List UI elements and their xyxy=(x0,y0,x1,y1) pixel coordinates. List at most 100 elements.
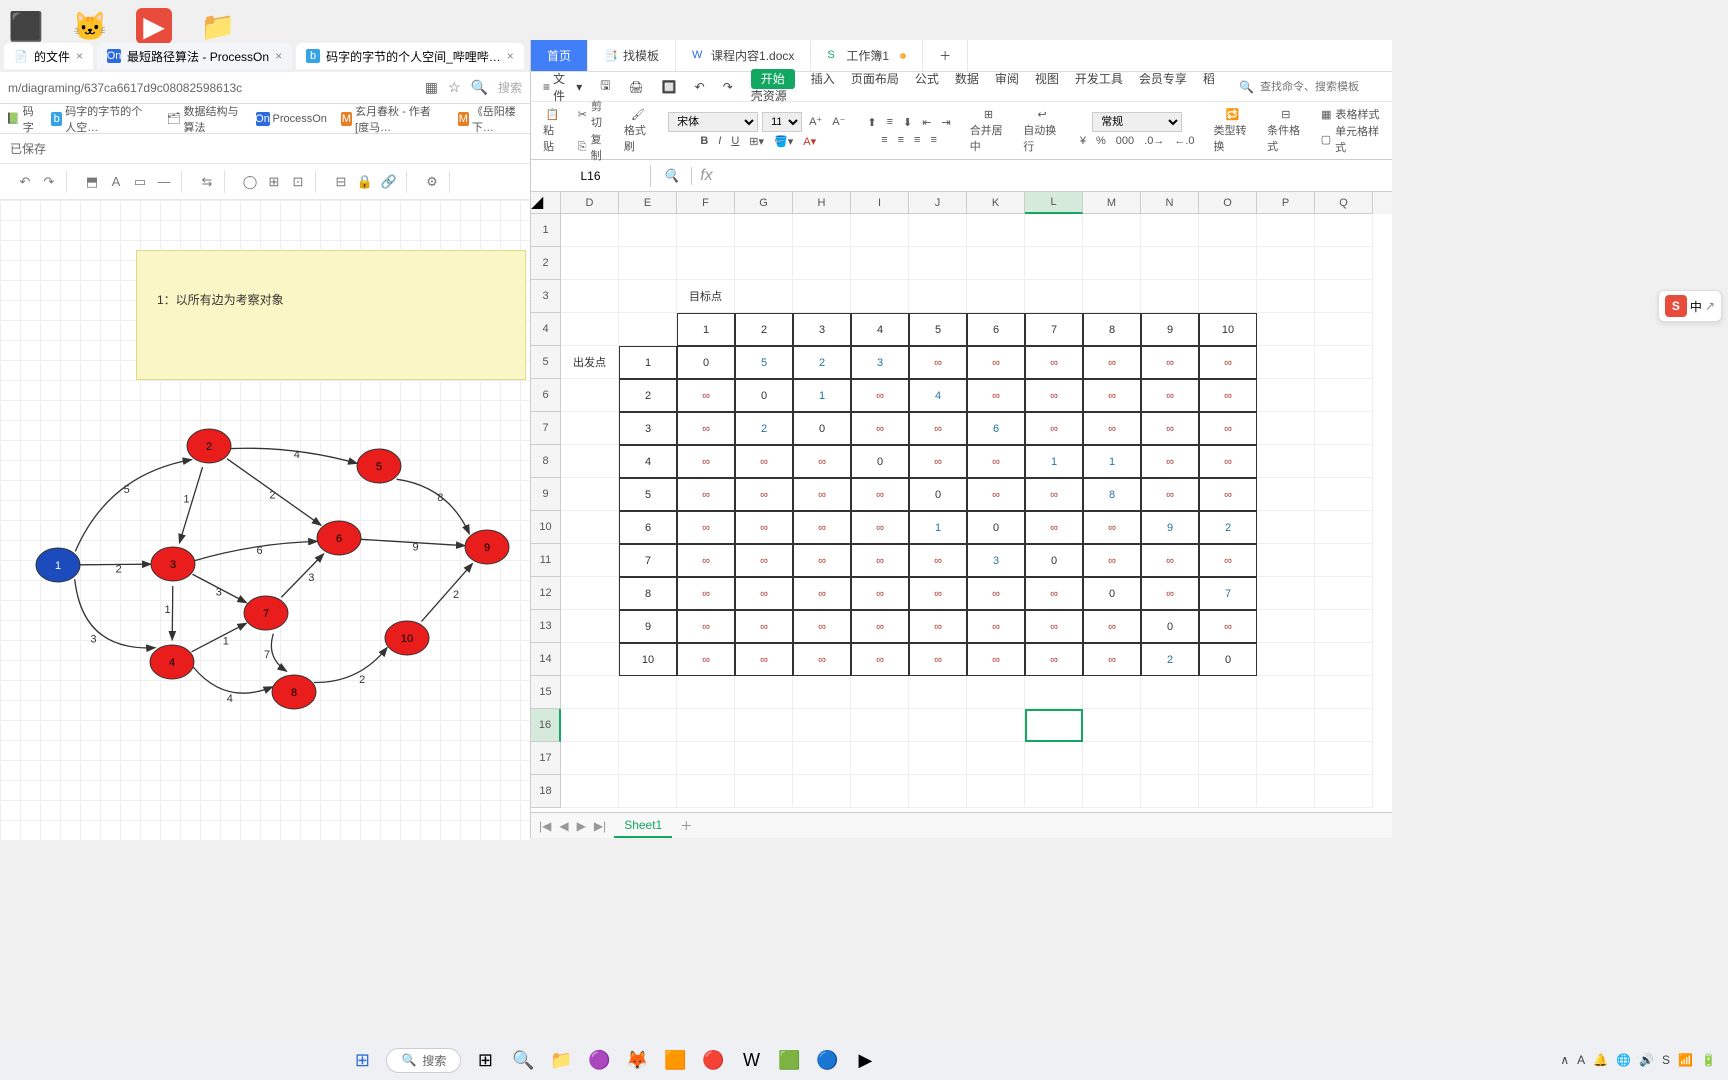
cell[interactable] xyxy=(561,610,619,643)
cell[interactable] xyxy=(1141,280,1199,313)
cell[interactable]: 2 xyxy=(619,379,677,412)
bookmark-item[interactable]: 📗码字 xyxy=(6,103,37,135)
align-just-icon[interactable]: ≡ xyxy=(927,132,939,148)
cell[interactable] xyxy=(1025,280,1083,313)
cell[interactable] xyxy=(1315,676,1373,709)
cell[interactable] xyxy=(793,676,851,709)
border-button[interactable]: ⊞▾ xyxy=(746,133,767,150)
cell[interactable] xyxy=(1315,445,1373,478)
cell[interactable] xyxy=(909,214,967,247)
browser-tab-2[interactable]: On 最短路径算法 - ProcessOn × xyxy=(97,43,292,69)
cell[interactable] xyxy=(561,412,619,445)
cell[interactable]: ∞ xyxy=(1083,379,1141,412)
cell[interactable]: ∞ xyxy=(677,610,735,643)
cell[interactable] xyxy=(793,247,851,280)
dec-inc-icon[interactable]: .0→ xyxy=(1141,133,1167,149)
toolbar-button[interactable]: ⊟ xyxy=(330,171,352,193)
cell[interactable]: ∞ xyxy=(1141,478,1199,511)
sheet-nav-first[interactable]: |◀ xyxy=(539,819,551,833)
cell[interactable] xyxy=(909,280,967,313)
cell[interactable] xyxy=(1257,214,1315,247)
cell[interactable] xyxy=(1257,412,1315,445)
row-header[interactable]: 13 xyxy=(531,610,561,643)
cell[interactable] xyxy=(677,214,735,247)
cell[interactable]: ∞ xyxy=(1025,511,1083,544)
cell[interactable] xyxy=(561,742,619,775)
cell[interactable] xyxy=(561,544,619,577)
taskbar-app-icon[interactable]: 🔴 xyxy=(699,1046,727,1074)
tray-icon[interactable]: S xyxy=(1662,1053,1670,1067)
tray-icon[interactable]: 🔔 xyxy=(1593,1053,1608,1067)
cell[interactable] xyxy=(1315,610,1373,643)
taskbar-app-icon[interactable]: ⊞ xyxy=(471,1046,499,1074)
col-header[interactable]: O xyxy=(1199,192,1257,214)
cell[interactable]: 6 xyxy=(967,313,1025,346)
toolbar-button[interactable]: — xyxy=(153,171,175,193)
tray-icon[interactable]: 🌐 xyxy=(1616,1053,1631,1067)
cell[interactable]: ∞ xyxy=(1025,610,1083,643)
search-icon[interactable]: 🔍 xyxy=(471,79,488,96)
cell[interactable] xyxy=(619,775,677,808)
indent-dec-icon[interactable]: ⇤ xyxy=(919,114,934,131)
align-mid-icon[interactable]: ≡ xyxy=(884,114,896,130)
browser-tab-3[interactable]: b 码字的字节的个人空间_哔哩哔… × xyxy=(296,43,524,69)
row-header[interactable]: 14 xyxy=(531,643,561,676)
cell[interactable]: ∞ xyxy=(1141,577,1199,610)
indent-inc-icon[interactable]: ⇥ xyxy=(938,114,953,131)
taskbar-app-icon[interactable]: 🟧 xyxy=(661,1046,689,1074)
cell[interactable] xyxy=(619,280,677,313)
cell[interactable]: ∞ xyxy=(851,577,909,610)
col-header[interactable]: P xyxy=(1257,192,1315,214)
undo-icon[interactable]: ↶ xyxy=(695,80,705,94)
col-header[interactable]: E xyxy=(619,192,677,214)
copy-icon[interactable]: ⎘ xyxy=(578,141,587,154)
col-header[interactable]: D xyxy=(561,192,619,214)
search-placeholder[interactable]: 搜索 xyxy=(498,79,522,96)
align-left-icon[interactable]: ≡ xyxy=(878,132,890,148)
taskbar-app-icon[interactable]: 🦊 xyxy=(623,1046,651,1074)
graph-edge[interactable] xyxy=(193,667,272,693)
format-select[interactable]: 常规 xyxy=(1092,112,1182,132)
align-center-icon[interactable]: ≡ xyxy=(895,132,907,148)
dec-dec-icon[interactable]: ←.0 xyxy=(1171,133,1197,149)
cell[interactable] xyxy=(909,742,967,775)
cell[interactable] xyxy=(1315,247,1373,280)
toolbar-button[interactable]: 🔗 xyxy=(378,171,400,193)
cell[interactable]: ∞ xyxy=(967,379,1025,412)
redo-icon[interactable]: ↷ xyxy=(723,80,733,94)
shrink-font-icon[interactable]: A⁻ xyxy=(829,113,848,130)
cell[interactable] xyxy=(1083,676,1141,709)
cell[interactable] xyxy=(1083,742,1141,775)
menu-item[interactable]: 视图 xyxy=(1035,72,1059,86)
cell[interactable] xyxy=(1257,313,1315,346)
cell[interactable]: ∞ xyxy=(1025,478,1083,511)
graph-edge[interactable] xyxy=(192,623,247,652)
cell[interactable] xyxy=(1025,247,1083,280)
tray-icon[interactable]: ∧ xyxy=(1560,1053,1569,1067)
cell[interactable]: ∞ xyxy=(735,478,793,511)
cell[interactable] xyxy=(1199,676,1257,709)
row-header[interactable]: 10 xyxy=(531,511,561,544)
cell[interactable]: 9 xyxy=(619,610,677,643)
cell[interactable]: ∞ xyxy=(793,445,851,478)
graph-edge[interactable] xyxy=(281,554,323,597)
row-header[interactable]: 3 xyxy=(531,280,561,313)
cell[interactable]: 3 xyxy=(793,313,851,346)
cell[interactable]: ∞ xyxy=(1083,346,1141,379)
toolbar-button[interactable]: ↷ xyxy=(38,171,60,193)
tray-icon[interactable]: 🔊 xyxy=(1639,1053,1654,1067)
cell[interactable]: 1 xyxy=(619,346,677,379)
bookmark-item[interactable]: M《岳阳楼下… xyxy=(458,103,524,135)
cell[interactable]: 9 xyxy=(1141,313,1199,346)
cell[interactable] xyxy=(1199,214,1257,247)
menu-item[interactable]: 开发工具 xyxy=(1075,72,1123,86)
cell[interactable] xyxy=(735,775,793,808)
cell[interactable]: ∞ xyxy=(1199,346,1257,379)
cell[interactable]: 0 xyxy=(851,445,909,478)
bookmark-item[interactable]: 🗂数据结构与算法 xyxy=(166,103,241,135)
cell[interactable]: ∞ xyxy=(793,544,851,577)
cell[interactable] xyxy=(1257,544,1315,577)
cell[interactable]: ∞ xyxy=(1083,643,1141,676)
tray-icon[interactable]: A xyxy=(1577,1053,1585,1067)
menu-item[interactable]: 插入 xyxy=(811,72,835,86)
